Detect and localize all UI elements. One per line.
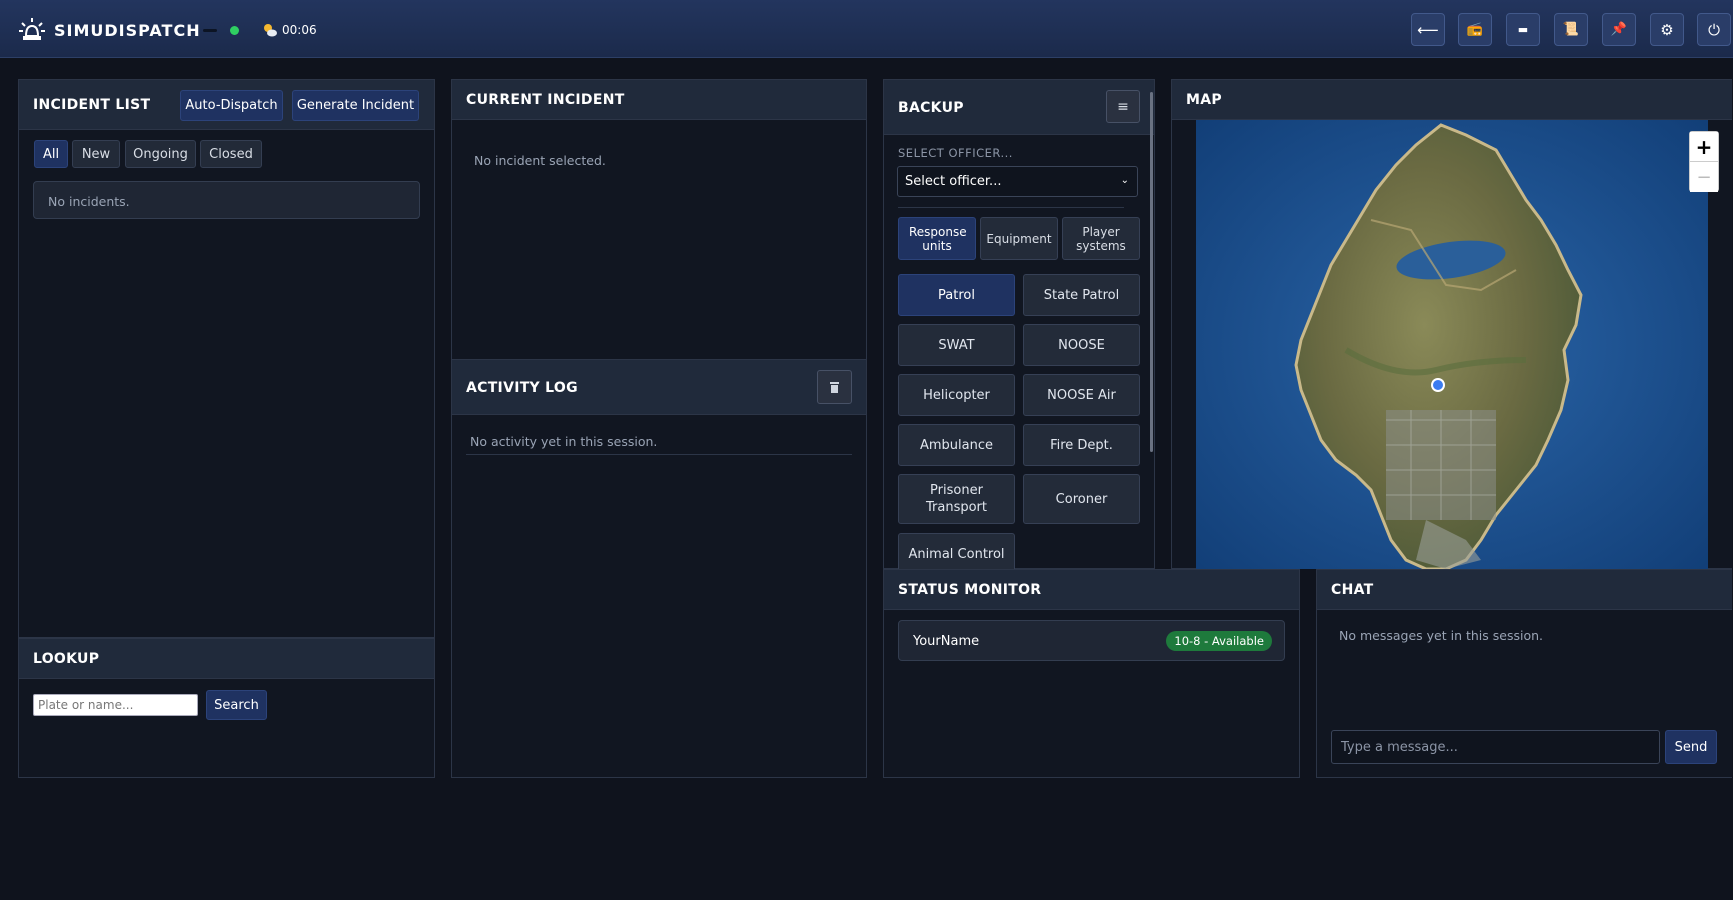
- clear-log-button[interactable]: [817, 370, 852, 404]
- radio-button[interactable]: 📻: [1458, 13, 1492, 46]
- status-monitor-panel: STATUS MONITOR: [883, 569, 1300, 778]
- status-badge: 10-8 - Available: [1166, 631, 1272, 651]
- top-bar: SIMUDISPATCH 00:06 ⟵ 📻 ▬ 📜 📌 ⚙ ⏻: [0, 0, 1733, 58]
- partly-cloudy-icon: [264, 24, 277, 37]
- officer-label: SELECT OFFICER...: [898, 146, 1013, 160]
- lookup-input[interactable]: Plate or name...: [33, 694, 198, 716]
- brand: SIMUDISPATCH: [18, 16, 201, 44]
- status-monitor-title: STATUS MONITOR: [898, 582, 1042, 598]
- unit-helicopter[interactable]: Helicopter: [898, 374, 1015, 416]
- player-location-marker[interactable]: [1431, 378, 1445, 392]
- bodycam-icon: ▬: [1517, 23, 1529, 36]
- power-icon: ⏻: [1708, 20, 1720, 39]
- lookup-title: LOOKUP: [33, 651, 100, 667]
- zoom-in-button[interactable]: +: [1690, 132, 1718, 162]
- chat-empty: No messages yet in this session.: [1339, 628, 1543, 643]
- back-arrow-icon: ⟵: [1417, 20, 1439, 39]
- gear-icon: ⚙: [1660, 20, 1674, 39]
- current-incident-header: CURRENT INCIDENT: [452, 80, 866, 120]
- settings-button[interactable]: ⚙: [1650, 13, 1684, 46]
- tab-label: Response units: [909, 224, 967, 253]
- zoom-controls: + −: [1689, 131, 1719, 192]
- incident-list-empty-text: No incidents.: [48, 194, 130, 209]
- app-title: SIMUDISPATCH: [54, 20, 201, 40]
- auto-dispatch-button[interactable]: Auto-Dispatch: [180, 90, 283, 121]
- unit-swat[interactable]: SWAT: [898, 324, 1015, 366]
- hamburger-icon: ≡: [1117, 98, 1129, 115]
- notes-button[interactable]: 📜: [1554, 13, 1588, 46]
- map-view[interactable]: [1196, 120, 1708, 569]
- officer-name: YourName: [913, 634, 980, 649]
- chevron-down-icon: ⌄: [1120, 175, 1129, 186]
- backup-scrollbar[interactable]: [1150, 92, 1153, 452]
- unit-prisoner-transport[interactable]: Prisoner Transport: [898, 474, 1015, 524]
- activity-log-empty: No activity yet in this session.: [470, 434, 658, 449]
- unit-noose[interactable]: NOOSE: [1023, 324, 1140, 366]
- activity-log-panel: ACTIVITY LOG No activity yet in this ses…: [451, 359, 867, 778]
- tab-player-systems[interactable]: Player systems: [1062, 217, 1140, 260]
- current-incident-panel: CURRENT INCIDENT No incident selected.: [451, 79, 867, 359]
- unit-fire-dept[interactable]: Fire Dept.: [1023, 424, 1140, 466]
- tab-label: Player systems: [1076, 224, 1126, 253]
- filter-ongoing[interactable]: Ongoing: [125, 140, 196, 168]
- map-header: MAP: [1172, 80, 1732, 120]
- siren-icon: [19, 18, 45, 40]
- unit-noose-air[interactable]: NOOSE Air: [1023, 374, 1140, 416]
- zoom-out-button[interactable]: −: [1690, 162, 1718, 192]
- map-island-image: [1196, 120, 1708, 569]
- tab-equipment[interactable]: Equipment: [980, 217, 1058, 260]
- chat-title: CHAT: [1331, 582, 1374, 598]
- pin-button[interactable]: 📌: [1602, 13, 1636, 46]
- filter-new[interactable]: New: [72, 140, 120, 168]
- backup-divider: [898, 207, 1124, 208]
- incident-list-empty: No incidents.: [33, 181, 420, 219]
- activity-log-header: ACTIVITY LOG: [452, 360, 866, 415]
- backup-title: BACKUP: [898, 100, 964, 116]
- filter-all[interactable]: All: [34, 140, 68, 168]
- unit-patrol[interactable]: Patrol: [898, 274, 1015, 316]
- chat-header: CHAT: [1317, 570, 1732, 610]
- online-status-dot: [230, 26, 239, 35]
- tab-label: Equipment: [986, 231, 1052, 246]
- unit-state-patrol[interactable]: State Patrol: [1023, 274, 1140, 316]
- connection-indicator-bar: [203, 29, 217, 32]
- unit-coroner[interactable]: Coroner: [1023, 474, 1140, 524]
- chat-input[interactable]: Type a message...: [1331, 730, 1660, 764]
- status-row[interactable]: YourName 10-8 - Available: [898, 620, 1285, 661]
- unit-animal-control[interactable]: Animal Control: [898, 533, 1015, 569]
- tab-response-units[interactable]: Response units: [898, 217, 976, 260]
- map-title: MAP: [1186, 92, 1222, 108]
- radio-icon: 📻: [1466, 22, 1484, 37]
- current-incident-title: CURRENT INCIDENT: [466, 92, 625, 108]
- pin-icon: 📌: [1610, 22, 1628, 37]
- unit-ambulance[interactable]: Ambulance: [898, 424, 1015, 466]
- weather-clock: 00:06: [262, 22, 317, 38]
- power-button[interactable]: ⏻: [1697, 13, 1731, 46]
- trash-icon: [830, 381, 839, 393]
- lookup-search-button[interactable]: Search: [206, 690, 267, 720]
- incident-list-title: INCIDENT LIST: [33, 97, 151, 113]
- unit-label: Prisoner Transport: [925, 483, 987, 515]
- generate-incident-button[interactable]: Generate Incident: [292, 90, 419, 121]
- bodycam-button[interactable]: ▬: [1506, 13, 1540, 46]
- game-clock: 00:06: [282, 23, 317, 37]
- backup-menu-button[interactable]: ≡: [1106, 90, 1140, 123]
- officer-select[interactable]: Select officer... ⌄: [897, 166, 1138, 197]
- unit-clip: Animal Control: [898, 533, 1015, 569]
- status-monitor-header: STATUS MONITOR: [884, 570, 1299, 610]
- notes-icon: 📜: [1562, 22, 1580, 37]
- current-incident-empty: No incident selected.: [474, 153, 606, 168]
- lookup-header: LOOKUP: [19, 639, 434, 679]
- send-button[interactable]: Send: [1665, 730, 1717, 764]
- officer-select-value: Select officer...: [905, 174, 1002, 189]
- back-button[interactable]: ⟵: [1411, 13, 1445, 46]
- activity-log-row: No activity yet in this session.: [466, 432, 852, 455]
- activity-log-title: ACTIVITY LOG: [466, 380, 578, 396]
- filter-closed[interactable]: Closed: [200, 140, 262, 168]
